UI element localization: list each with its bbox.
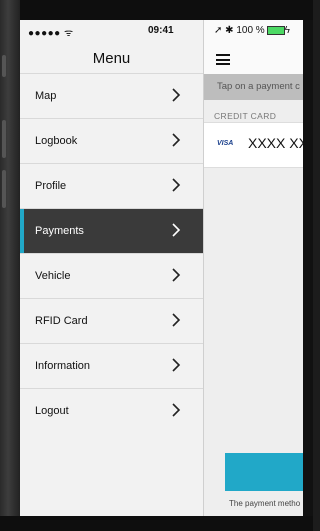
frame-top xyxy=(0,0,313,20)
menu-item-label: Logout xyxy=(35,405,69,417)
menu-item-label: Logbook xyxy=(35,135,78,147)
mute-switch xyxy=(2,55,6,77)
chevron-right-icon xyxy=(172,88,181,102)
menu-title: Menu xyxy=(92,50,131,67)
charging-icon: ϟ xyxy=(284,25,290,36)
visa-logo: VISA xyxy=(217,140,234,147)
menu-item-information[interactable]: Information xyxy=(20,343,203,388)
status-bar-right: ➚ ✱ 100 % ϟ xyxy=(204,20,303,42)
add-payment-button[interactable] xyxy=(225,453,303,491)
battery-icon xyxy=(266,25,285,35)
frame-bottom xyxy=(0,516,313,531)
signal-indicator: ●●●●● ᯤ xyxy=(28,28,74,39)
volume-up-button xyxy=(2,120,6,158)
chevron-right-icon xyxy=(172,133,181,147)
chevron-right-icon xyxy=(172,268,181,282)
chevron-right-icon xyxy=(172,178,181,192)
status-indicators: ➚ ✱ 100 % ϟ xyxy=(214,25,290,36)
menu-drawer: ●●●●● ᯤ 09:41 Menu Map Logbook Profile P… xyxy=(20,20,204,516)
chevron-right-icon xyxy=(172,313,181,327)
status-icons-text: ➚ ✱ 100 % xyxy=(214,25,265,36)
payment-hint-bar: Tap on a payment c xyxy=(204,74,303,100)
menu-item-logout[interactable]: Logout xyxy=(20,388,203,433)
menu-item-label: Profile xyxy=(35,180,67,192)
menu-item-profile[interactable]: Profile xyxy=(20,163,203,208)
menu-item-label: RFID Card xyxy=(35,315,88,327)
menu-item-label: Payments xyxy=(35,225,84,237)
payment-hint-text: Tap on a payment c xyxy=(217,81,300,92)
chevron-right-icon xyxy=(172,223,181,237)
menu-item-label: Information xyxy=(35,360,91,372)
chevron-right-icon xyxy=(172,403,181,417)
credit-card-row[interactable]: VISA XXXX XXX xyxy=(204,122,303,168)
menu-item-map[interactable]: Map xyxy=(20,73,203,118)
menu-item-vehicle[interactable]: Vehicle xyxy=(20,253,203,298)
menu-item-rfid-card[interactable]: RFID Card xyxy=(20,298,203,343)
active-indicator xyxy=(20,209,24,253)
menu-item-payments[interactable]: Payments xyxy=(20,208,203,253)
payment-footer-text: The payment metho xyxy=(229,499,301,508)
chevron-right-icon xyxy=(172,358,181,372)
card-number: XXXX XXX xyxy=(248,135,303,151)
menu-item-label: Vehicle xyxy=(35,270,71,282)
payments-header xyxy=(204,42,303,74)
volume-down-button xyxy=(2,170,6,208)
frame-left-edge xyxy=(0,0,20,531)
hamburger-menu-icon[interactable] xyxy=(216,54,230,65)
menu-list: Map Logbook Profile Payments Vehicle RFI… xyxy=(20,73,203,433)
status-time: 09:41 xyxy=(148,25,174,36)
menu-item-logbook[interactable]: Logbook xyxy=(20,118,203,163)
menu-item-label: Map xyxy=(35,90,57,102)
payments-screen: ➚ ✱ 100 % ϟ Tap on a payment c CREDIT CAR… xyxy=(204,20,303,516)
credit-card-section-label: CREDIT CARD xyxy=(214,111,277,121)
